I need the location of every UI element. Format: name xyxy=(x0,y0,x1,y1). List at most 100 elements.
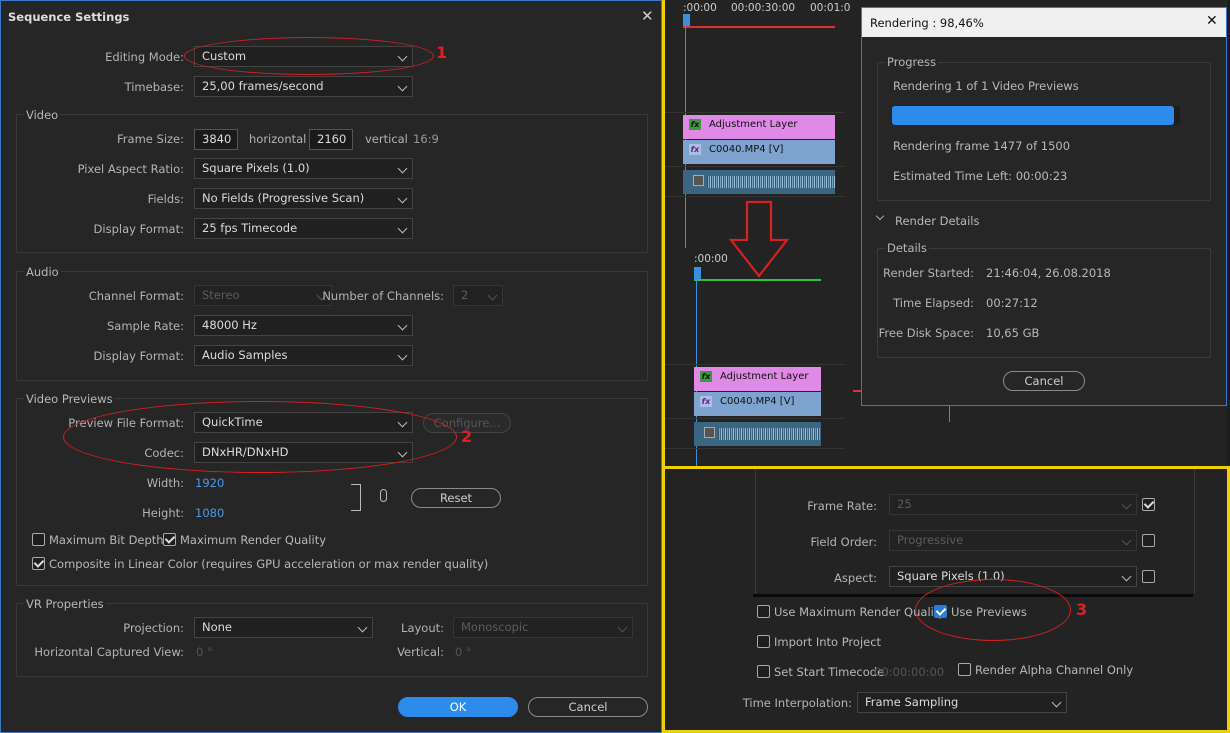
link-icon[interactable] xyxy=(380,489,387,502)
import-into-project-label: Import Into Project xyxy=(774,635,882,649)
composite-linear-checkbox[interactable] xyxy=(32,557,45,570)
fx-badge: fx xyxy=(700,371,712,382)
sample-rate-value: 48000 Hz xyxy=(202,318,257,332)
width-value[interactable]: 1920 xyxy=(195,476,224,490)
frame-width-input[interactable]: 3840 xyxy=(194,129,238,150)
vr-properties-title: VR Properties xyxy=(24,597,106,611)
import-into-project-checkbox[interactable] xyxy=(757,635,770,648)
display-format-label: Display Format: xyxy=(93,222,184,236)
chevron-down-icon xyxy=(1121,499,1132,510)
display-format-dropdown[interactable]: 25 fps Timecode xyxy=(194,218,413,239)
channel-format-label: Channel Format: xyxy=(88,289,184,303)
fields-dropdown[interactable]: No Fields (Progressive Scan) xyxy=(194,188,413,209)
use-max-render-checkbox[interactable] xyxy=(757,605,770,618)
progress-bar xyxy=(892,106,1180,125)
num-channels-value: 2 xyxy=(461,288,469,302)
field-order-checkbox[interactable] xyxy=(1142,534,1155,547)
audio-group-title: Audio xyxy=(24,265,61,279)
track-line xyxy=(665,448,845,449)
cancel-button[interactable]: Cancel xyxy=(528,697,648,717)
audio-display-format-dropdown[interactable]: Audio Samples xyxy=(194,345,413,366)
frame-height-input[interactable]: 2160 xyxy=(309,129,353,150)
projection-dropdown[interactable]: None xyxy=(194,617,373,638)
render-details-chevron-icon[interactable] xyxy=(875,211,885,221)
video-clip-bottom[interactable]: fx C0040.MP4 [V] xyxy=(694,392,821,416)
h-captured-view-label: Horizontal Captured View: xyxy=(34,645,184,659)
render-started-value: 21:46:04, 26.08.2018 xyxy=(986,266,1111,280)
progress-bar-fill xyxy=(892,106,1175,125)
ok-button[interactable]: OK xyxy=(398,697,518,717)
channel-format-value: Stereo xyxy=(202,288,240,302)
max-render-quality-label: Maximum Render Quality xyxy=(180,533,327,547)
close-icon[interactable]: ✕ xyxy=(1206,13,1218,29)
chevron-down-icon xyxy=(617,622,628,633)
max-bit-depth-checkbox[interactable] xyxy=(32,533,45,546)
chevron-down-icon xyxy=(1121,571,1132,582)
audio-waveform xyxy=(718,428,821,440)
pixel-aspect-dropdown[interactable]: Square Pixels (1.0) xyxy=(194,158,413,179)
rendering-cancel-button[interactable]: Cancel xyxy=(1003,371,1085,391)
timebase-value: 25,00 frames/second xyxy=(202,79,324,93)
video-previews-title: Video Previews xyxy=(24,392,115,406)
set-start-timecode-checkbox[interactable] xyxy=(757,665,770,678)
render-bar-red-behind xyxy=(853,390,861,392)
aspect-checkbox[interactable] xyxy=(1142,570,1155,583)
fx-badge-icon xyxy=(693,175,704,186)
video-clip-label: C0040.MP4 [V] xyxy=(720,396,795,407)
layout-label: Layout: xyxy=(401,621,444,635)
timeline-tick-bottom: :00:00 xyxy=(694,253,728,265)
vr-vertical-value: 0 ° xyxy=(455,645,472,659)
timebase-dropdown[interactable]: 25,00 frames/second xyxy=(194,76,413,97)
export-settings-panel: Frame Rate: 25 Field Order: Progressive … xyxy=(665,469,1227,730)
audio-clip-bottom[interactable] xyxy=(694,422,821,446)
render-bar-red-top xyxy=(683,26,835,28)
chevron-down-icon xyxy=(397,163,408,174)
track-line xyxy=(665,166,845,167)
adjustment-layer-clip-top[interactable]: fx Adjustment Layer xyxy=(683,115,835,139)
rendering-title: Rendering : 98,46% xyxy=(870,16,984,30)
chevron-down-icon xyxy=(357,622,368,633)
num-channels-dropdown: 2 xyxy=(453,285,503,306)
pixel-aspect-value: Square Pixels (1.0) xyxy=(202,161,310,175)
projection-label: Projection: xyxy=(123,621,184,635)
render-alpha-checkbox[interactable] xyxy=(958,663,971,676)
layout-value: Monoscopic xyxy=(461,620,529,634)
time-interpolation-dropdown[interactable]: Frame Sampling xyxy=(857,692,1067,713)
max-bit-depth-label: Maximum Bit Depth xyxy=(49,533,164,547)
render-details-toggle[interactable]: Render Details xyxy=(895,214,979,228)
frame-rate-value: 25 xyxy=(897,497,912,511)
fx-badge: fx xyxy=(689,119,701,130)
display-format-value: 25 fps Timecode xyxy=(202,221,298,235)
audio-display-format-label: Display Format: xyxy=(93,349,184,363)
width-label: Width: xyxy=(146,476,184,490)
rendering-of-text: Rendering 1 of 1 Video Previews xyxy=(893,79,1079,93)
annotation-number-3: 3 xyxy=(1076,600,1088,619)
link-bracket xyxy=(351,484,361,511)
video-clip-top[interactable]: fx C0040.MP4 [V] xyxy=(683,140,835,164)
chevron-down-icon xyxy=(397,223,408,234)
track-line xyxy=(665,418,845,419)
video-group-title: Video xyxy=(24,108,61,122)
chevron-down-icon xyxy=(397,350,408,361)
close-icon[interactable]: ✕ xyxy=(641,7,654,25)
h-captured-view-value: 0 ° xyxy=(196,645,213,659)
fields-label: Fields: xyxy=(147,192,184,206)
sample-rate-dropdown[interactable]: 48000 Hz xyxy=(194,315,413,336)
adjustment-layer-clip-bottom[interactable]: fx Adjustment Layer xyxy=(694,367,821,391)
audio-waveform xyxy=(707,176,835,188)
frame-rate-checkbox[interactable] xyxy=(1142,498,1155,511)
time-interpolation-label: Time Interpolation: xyxy=(742,696,852,710)
max-render-quality-checkbox[interactable] xyxy=(163,533,176,546)
video-clip-label: C0040.MP4 [V] xyxy=(709,144,784,155)
horizontal-label: horizontal xyxy=(249,132,307,146)
audio-display-format-value: Audio Samples xyxy=(202,348,288,362)
projection-value: None xyxy=(202,620,233,634)
composite-linear-label: Composite in Linear Color (requires GPU … xyxy=(49,557,489,571)
audio-clip-top[interactable] xyxy=(683,170,835,194)
aspect-label: Aspect: xyxy=(834,571,877,585)
aspect-ratio-text: 16:9 xyxy=(413,132,439,146)
reset-button[interactable]: Reset xyxy=(411,488,501,508)
frame-rate-dropdown: 25 xyxy=(889,494,1137,515)
height-value[interactable]: 1080 xyxy=(195,506,224,520)
down-arrow-icon xyxy=(728,200,790,278)
